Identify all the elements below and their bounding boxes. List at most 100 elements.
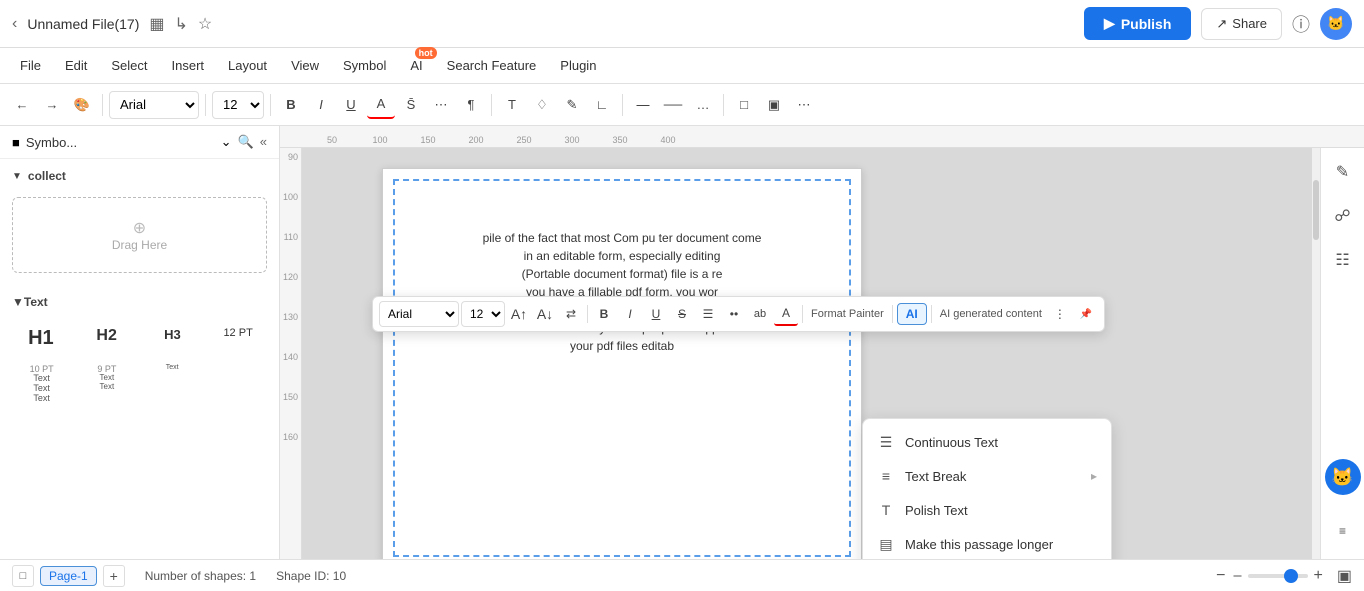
ft-strikethrough[interactable]: S: [670, 302, 694, 326]
more-btn[interactable]: ⋯: [790, 91, 818, 119]
ft-size-select[interactable]: 12: [461, 301, 505, 327]
menu-select[interactable]: Select: [101, 53, 157, 78]
rp-lines-icon[interactable]: ≡: [1327, 515, 1359, 547]
format-painter-label[interactable]: Format Painter: [807, 306, 888, 322]
text-section-header[interactable]: ▼ Text: [0, 289, 279, 315]
connector-btn[interactable]: ∟: [588, 91, 616, 119]
zoom-in-button[interactable]: +: [1312, 565, 1325, 587]
menu-edit[interactable]: Edit: [55, 53, 97, 78]
ft-list[interactable]: ☰: [696, 302, 720, 326]
menu-ai[interactable]: AI hot: [400, 53, 432, 78]
menu-plugin[interactable]: Plugin: [550, 53, 606, 78]
add-page-button[interactable]: +: [103, 565, 125, 587]
layout-single-btn[interactable]: □: [730, 91, 758, 119]
pt10-style-item[interactable]: 10 PT TextTextText: [12, 364, 71, 404]
ctx-continuous-text[interactable]: ☰ Continuous Text: [863, 425, 1111, 459]
ft-font-decrease[interactable]: A↓: [533, 302, 557, 326]
menu-symbol[interactable]: Symbol: [333, 53, 396, 78]
layout-double-btn[interactable]: ▣: [760, 91, 788, 119]
h3-style-item[interactable]: H3: [144, 323, 202, 356]
menu-insert[interactable]: Insert: [162, 53, 215, 78]
line-style-btn[interactable]: ⎯⎯: [629, 91, 657, 119]
collect-section-header[interactable]: ▼ collect: [0, 163, 279, 189]
ft-font-color[interactable]: A: [774, 302, 798, 326]
share-button[interactable]: ↗ Share: [1201, 8, 1282, 40]
pt12-style-item[interactable]: 12 PT: [209, 323, 267, 356]
paragraph-button[interactable]: ¶: [457, 91, 485, 119]
title-left: ‹ Unnamed File(17) ▦ ↳ ☆: [12, 14, 1076, 34]
font-color-button[interactable]: A: [367, 91, 395, 119]
ft-separator-1: [587, 305, 588, 323]
ft-pin-button[interactable]: 📌: [1074, 302, 1098, 326]
paint-brush-button[interactable]: 🎨: [68, 91, 96, 119]
rp-grid-icon[interactable]: ☷: [1327, 244, 1359, 276]
ft-underline[interactable]: U: [644, 302, 668, 326]
dots-btn[interactable]: …: [689, 91, 717, 119]
pt9-style-item[interactable]: 9 PT TextText: [77, 364, 136, 404]
avatar[interactable]: 🐱: [1320, 8, 1352, 40]
draw-btn[interactable]: ✎: [558, 91, 586, 119]
ft-separator-2: [802, 305, 803, 323]
font-family-select[interactable]: Arial Times New Roman Helvetica: [109, 91, 199, 119]
ctx-polish-text-label: Polish Text: [905, 503, 1097, 518]
zoom-slider[interactable]: [1248, 574, 1308, 578]
ft-italic[interactable]: I: [618, 302, 642, 326]
zoom-handle[interactable]: [1284, 569, 1298, 583]
small-text-3[interactable]: Text: [143, 364, 202, 404]
scrollbar-thumb[interactable]: [1313, 180, 1319, 240]
drag-here-area[interactable]: ⊕ Drag Here: [12, 197, 267, 273]
ft-ab[interactable]: ab: [748, 302, 772, 326]
page-navigation: □ Page-1 +: [12, 565, 125, 587]
ft-align-btn[interactable]: ⇄: [559, 302, 583, 326]
ai-assistant-button[interactable]: 🐱: [1325, 459, 1361, 495]
rp-layers-icon[interactable]: ☍: [1327, 200, 1359, 232]
ft-bold[interactable]: B: [592, 302, 616, 326]
ft-ai-button[interactable]: AI: [897, 303, 927, 325]
star-icon[interactable]: ☆: [198, 14, 212, 34]
ctx-make-longer[interactable]: ▤ Make this passage longer: [863, 527, 1111, 559]
collapse-icon[interactable]: «: [260, 134, 267, 150]
arrow-style-btn[interactable]: ──: [659, 91, 687, 119]
italic-button[interactable]: I: [307, 91, 335, 119]
menu-file[interactable]: File: [10, 53, 51, 78]
ft-more-button[interactable]: ⋮: [1048, 302, 1072, 326]
h1-style-item[interactable]: H1: [12, 323, 70, 356]
current-page-tab[interactable]: Page-1: [40, 566, 97, 586]
rp-edit-icon[interactable]: ✎: [1327, 156, 1359, 188]
strikethrough-button[interactable]: S̄: [397, 91, 425, 119]
ctx-text-break[interactable]: ≡ Text Break ▸: [863, 459, 1111, 493]
redo-button[interactable]: →: [38, 91, 66, 119]
text-btn[interactable]: T: [498, 91, 526, 119]
publish-button[interactable]: ▶ Publish: [1084, 7, 1191, 40]
ft-font-increase[interactable]: A↑: [507, 302, 531, 326]
fullscreen-button[interactable]: ▣: [1337, 566, 1352, 586]
menu-search-feature[interactable]: Search Feature: [437, 53, 547, 78]
canvas[interactable]: pile of the fact that most Com pu ter do…: [302, 148, 1320, 559]
panels-icon[interactable]: ▦: [149, 14, 164, 34]
undo-button[interactable]: ←: [8, 91, 36, 119]
ruler-mark-50: 50: [308, 135, 356, 145]
vertical-scrollbar[interactable]: [1312, 148, 1320, 559]
h2-style-item[interactable]: H2: [78, 323, 136, 356]
underline-button[interactable]: U: [337, 91, 365, 119]
ft-list-unordered[interactable]: ••: [722, 302, 746, 326]
help-icon[interactable]: ⓘ: [1292, 11, 1310, 37]
ft-font-select[interactable]: Arial: [379, 301, 459, 327]
search-icon[interactable]: 🔍: [238, 134, 254, 150]
zoom-out-button[interactable]: −: [1214, 565, 1227, 587]
menu-view[interactable]: View: [281, 53, 329, 78]
font-size-select[interactable]: 12 10 14 18 24: [212, 91, 264, 119]
export-icon[interactable]: ↳: [175, 14, 188, 34]
bold-button[interactable]: B: [277, 91, 305, 119]
format-toolbar: Arial 12 A↑ A↓ ⇄ B I U S ☰ •• ab A: [372, 296, 1105, 332]
text-content-area[interactable]: pile of the fact that most Com pu ter do…: [398, 229, 846, 355]
align-button[interactable]: ⋯: [427, 91, 455, 119]
page-type-icon[interactable]: □: [12, 565, 34, 587]
fill-btn[interactable]: ♢: [528, 91, 556, 119]
toolbar-separator-6: [723, 94, 724, 116]
back-icon[interactable]: ‹: [12, 15, 17, 33]
ctx-polish-text[interactable]: T Polish Text: [863, 493, 1111, 527]
shape-id: Shape ID: 10: [276, 569, 346, 583]
status-bar: □ Page-1 + Number of shapes: 1 Shape ID:…: [0, 559, 1364, 591]
menu-layout[interactable]: Layout: [218, 53, 277, 78]
